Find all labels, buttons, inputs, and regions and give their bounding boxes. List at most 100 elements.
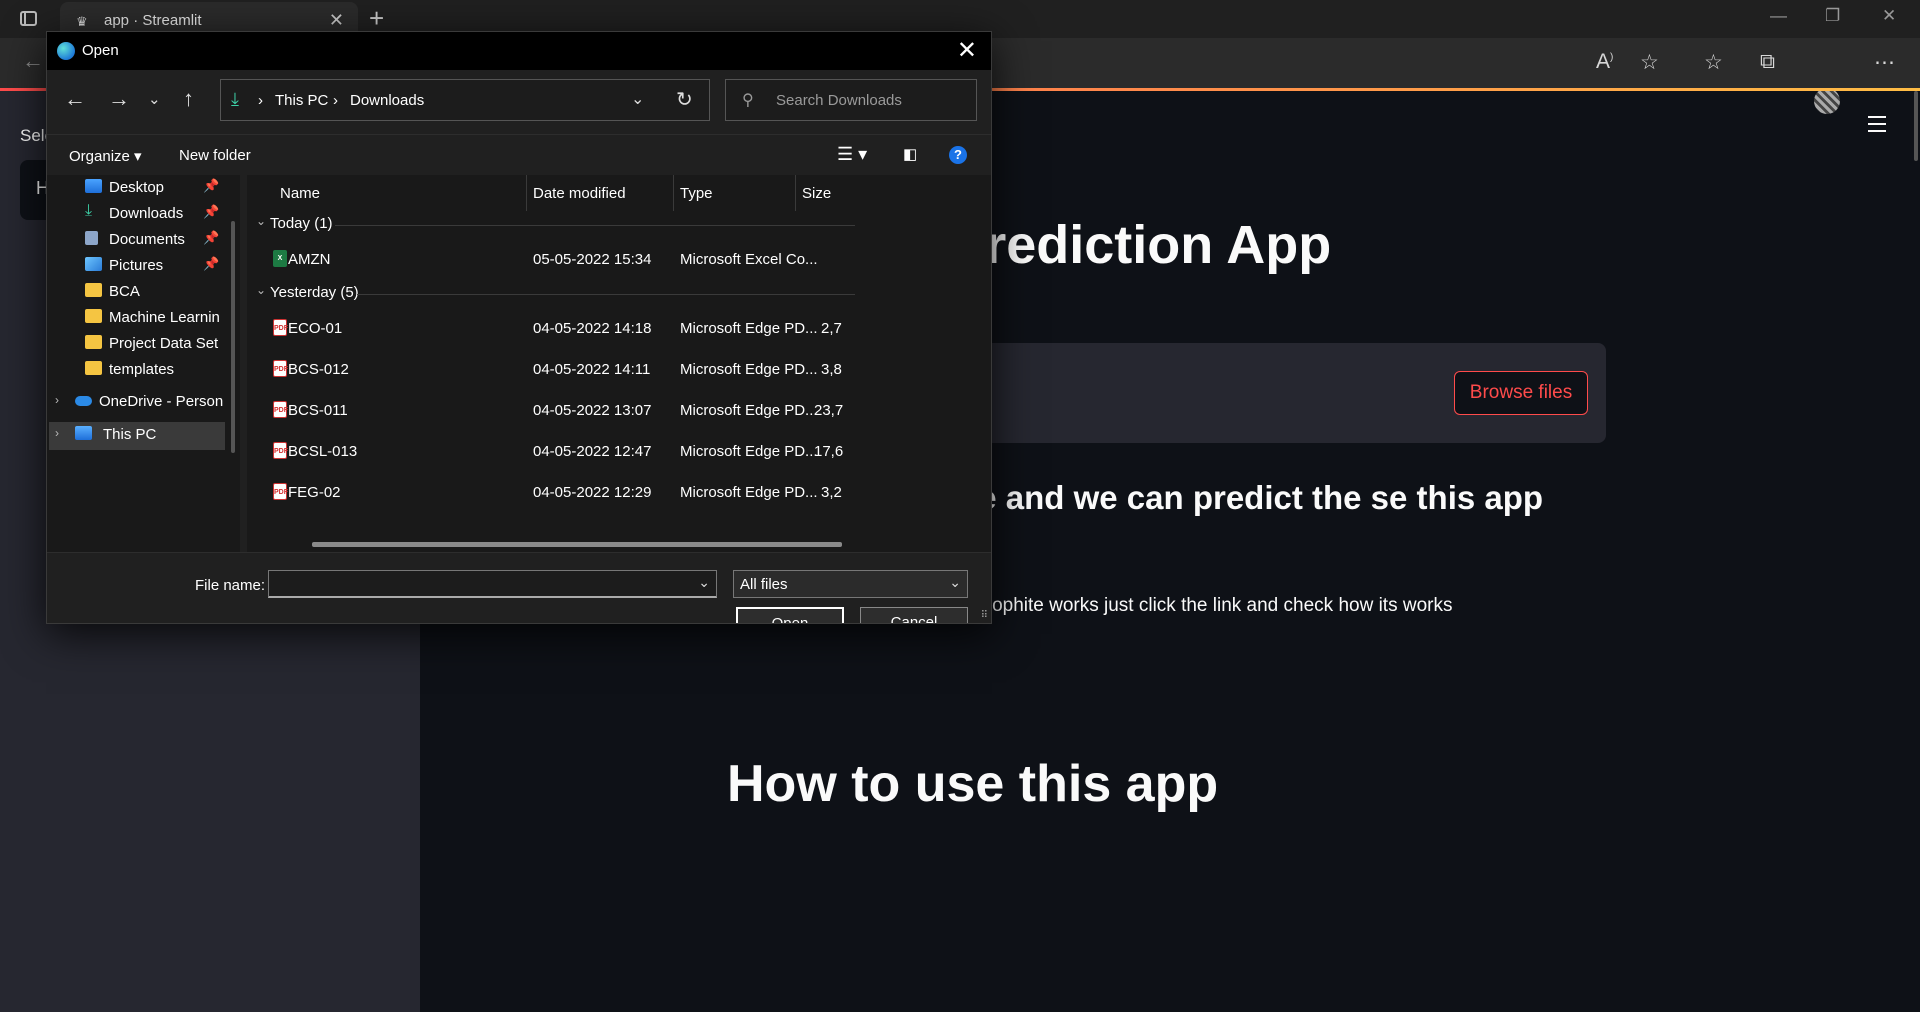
folder-icon: [85, 361, 102, 375]
help-icon[interactable]: ?: [949, 146, 967, 164]
pdf-file-icon: PDF: [273, 442, 288, 459]
pdf-file-icon: PDF: [273, 360, 288, 377]
search-box[interactable]: ⚲ Search Downloads: [725, 79, 977, 121]
collections-icon[interactable]: ⧉: [1760, 50, 1775, 74]
tab-title: app · Streamlit: [104, 12, 202, 29]
column-header-type[interactable]: Type: [680, 185, 713, 202]
nav-item-onedrive[interactable]: › OneDrive - Person: [55, 389, 231, 417]
close-tab-icon[interactable]: ✕: [329, 10, 344, 31]
picture-icon: [85, 257, 102, 271]
page-scrollbar[interactable]: [1912, 91, 1920, 1012]
profile-avatar[interactable]: [1814, 88, 1840, 114]
close-window-icon[interactable]: ✕: [1882, 6, 1896, 26]
read-aloud-icon[interactable]: A): [1596, 50, 1613, 74]
navigation-pane: Desktop 📌 ⤓ Downloads 📌 Documents 📌 Pict…: [47, 175, 240, 552]
resize-grip-icon[interactable]: ⠿: [981, 610, 988, 621]
pin-icon: 📌: [203, 178, 220, 193]
crown-icon: ♛: [76, 14, 88, 29]
search-icon: ⚲: [742, 92, 754, 109]
nav-item-machine-learning[interactable]: Machine Learnin: [85, 305, 235, 333]
organize-button[interactable]: Organize ▾: [69, 147, 142, 165]
group-today[interactable]: ⌄ Today (1): [247, 213, 991, 237]
pdf-file-icon: PDF: [273, 401, 288, 418]
crumb-downloads[interactable]: Downloads: [350, 92, 424, 109]
chevron-down-icon[interactable]: ⌄: [698, 574, 710, 591]
pin-icon: 📌: [203, 256, 220, 271]
computer-icon: [75, 426, 92, 440]
nav-item-bca[interactable]: BCA: [85, 279, 225, 307]
view-options-icon[interactable]: ☰ ▾: [837, 144, 867, 165]
folder-icon: [85, 335, 102, 349]
open-file-dialog: Open ✕ ← → ⌄ ↑ ⤓ › This PC › Downloads ⌄…: [46, 31, 992, 624]
crumb-separator: ›: [258, 92, 263, 109]
nav-item-pictures[interactable]: Pictures 📌: [85, 253, 225, 281]
chevron-down-icon: ⌄: [256, 214, 267, 228]
add-favorite-icon[interactable]: ☆: [1640, 50, 1659, 75]
crumb-this-pc[interactable]: This PC: [275, 92, 328, 109]
file-row[interactable]: PDF FEG-02 04-05-2022 12:29 Microsoft Ed…: [247, 475, 991, 509]
tab-actions-icon[interactable]: [20, 11, 37, 26]
open-button[interactable]: Open: [736, 607, 844, 623]
nav-item-templates[interactable]: templates: [85, 357, 225, 385]
recent-locations-icon[interactable]: ⌄: [148, 90, 161, 108]
file-row[interactable]: PDF BCS-012 04-05-2022 14:11 Microsoft E…: [247, 352, 991, 386]
nav-item-documents[interactable]: Documents 📌: [85, 227, 225, 255]
pdf-file-icon: PDF: [273, 319, 288, 336]
nav-item-project-data-set[interactable]: Project Data Set: [85, 331, 235, 359]
nav-item-desktop[interactable]: Desktop 📌: [85, 175, 225, 203]
new-tab-icon[interactable]: +: [369, 3, 384, 34]
minimize-icon[interactable]: —: [1770, 6, 1787, 26]
file-row[interactable]: PDF ECO-01 04-05-2022 14:18 Microsoft Ed…: [247, 311, 991, 345]
file-row[interactable]: PDF BCS-011 04-05-2022 13:07 Microsoft E…: [247, 393, 991, 427]
cancel-button[interactable]: Cancel: [860, 607, 968, 623]
chevron-right-icon[interactable]: ›: [55, 426, 59, 440]
download-icon: ⤓: [231, 89, 239, 109]
group-yesterday[interactable]: ⌄ Yesterday (5): [247, 282, 991, 306]
back-arrow-icon[interactable]: ←: [64, 86, 86, 112]
file-row[interactable]: PDF BCSL-013 04-05-2022 12:47 Microsoft …: [247, 434, 991, 468]
file-type-select[interactable]: All files ⌄: [733, 570, 968, 598]
pin-icon: 📌: [203, 230, 220, 245]
command-bar: Organize ▾ New folder ☰ ▾ ◧ ?: [47, 134, 991, 175]
desktop-icon: [85, 179, 102, 193]
file-list: Name Date modified Type Size ⌄ Today (1)…: [247, 175, 991, 552]
refresh-icon[interactable]: ↻: [676, 87, 693, 112]
file-name-label: File name:: [195, 577, 266, 594]
folder-icon: [85, 309, 102, 323]
chevron-down-icon: ⌄: [949, 574, 961, 590]
address-bar[interactable]: ⤓ › This PC › Downloads ⌄ ↻: [220, 79, 710, 121]
nav-item-this-pc[interactable]: › This PC: [49, 422, 225, 450]
column-header-date[interactable]: Date modified: [533, 185, 626, 202]
new-folder-button[interactable]: New folder: [179, 147, 251, 164]
column-header-name[interactable]: Name: [280, 185, 320, 202]
file-row[interactable]: X AMZN 05-05-2022 15:34 Microsoft Excel …: [247, 242, 991, 276]
chevron-right-icon[interactable]: ›: [55, 393, 59, 407]
close-icon[interactable]: ✕: [957, 36, 977, 65]
favorites-icon[interactable]: ☆: [1704, 50, 1723, 75]
dialog-titlebar: Open ✕: [47, 32, 991, 70]
chevron-down-icon[interactable]: ⌄: [631, 89, 644, 109]
forward-arrow-icon[interactable]: →: [108, 86, 130, 112]
more-icon[interactable]: ⋯: [1874, 50, 1895, 75]
back-icon[interactable]: ←: [22, 48, 44, 74]
edge-logo-icon: [57, 42, 75, 60]
crumb-separator: ›: [333, 92, 338, 109]
pin-icon: 📌: [203, 204, 220, 219]
nav-scrollbar[interactable]: [231, 221, 235, 453]
dialog-title: Open: [82, 42, 119, 59]
horizontal-scrollbar[interactable]: [312, 542, 842, 547]
nav-item-downloads[interactable]: ⤓ Downloads 📌: [85, 201, 225, 229]
file-name-input[interactable]: ⌄: [268, 570, 717, 598]
restore-icon[interactable]: ❐: [1825, 6, 1840, 26]
hamburger-menu-icon[interactable]: [1868, 116, 1886, 137]
excel-file-icon: X: [273, 250, 287, 267]
download-icon: ⤓: [85, 202, 93, 219]
preview-pane-icon[interactable]: ◧: [903, 145, 917, 163]
document-icon: [85, 231, 98, 245]
up-arrow-icon[interactable]: ↑: [183, 86, 194, 112]
browse-files-button[interactable]: Browse files: [1454, 371, 1588, 415]
pdf-file-icon: PDF: [273, 483, 288, 500]
column-header-size[interactable]: Size: [802, 185, 831, 202]
how-to-heading: How to use this app: [727, 755, 1219, 813]
folder-icon: [85, 283, 102, 297]
